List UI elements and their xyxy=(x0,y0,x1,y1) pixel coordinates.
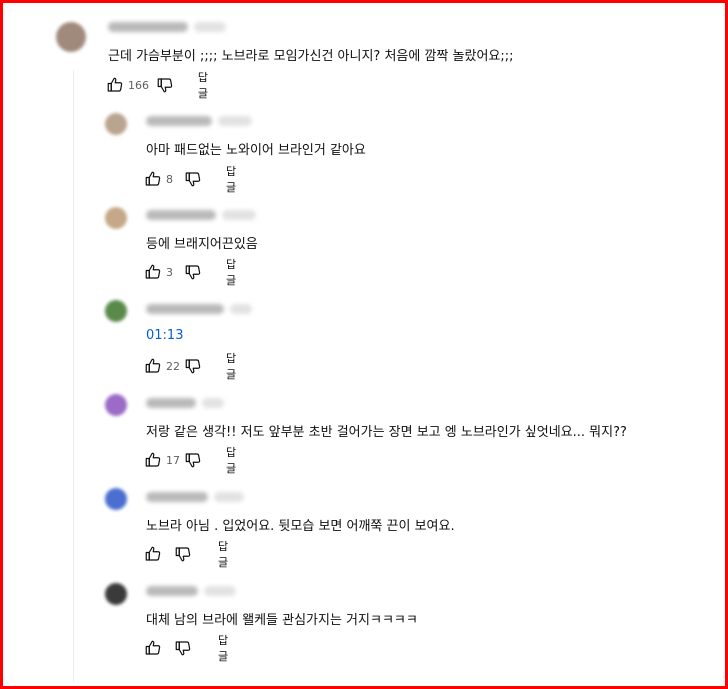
thumbs-down-icon[interactable] xyxy=(184,169,202,189)
like-count: 166 xyxy=(128,78,149,92)
timestamp-link[interactable]: 01:13 xyxy=(146,328,183,343)
thumbs-up-icon[interactable] xyxy=(144,544,162,564)
thumbs-down-icon[interactable] xyxy=(156,75,174,95)
thumbs-up-icon[interactable] xyxy=(106,75,124,95)
reply-button[interactable]: 답글 xyxy=(218,632,232,664)
thumbs-down-icon[interactable] xyxy=(184,450,202,470)
comment-actions: 답글 xyxy=(144,540,232,569)
avatar[interactable] xyxy=(105,394,127,416)
comment-text: 저랑 같은 생각!! 저도 앞부분 초반 걸어가는 장면 보고 엥 노브라인가 … xyxy=(146,425,627,440)
author-name[interactable] xyxy=(146,586,198,596)
like-count: 17 xyxy=(166,453,180,467)
comment-actions: 3 답글 xyxy=(144,258,240,287)
like-count: 3 xyxy=(166,265,173,279)
avatar[interactable] xyxy=(105,300,127,322)
thumbs-down-icon[interactable] xyxy=(174,638,192,658)
avatar[interactable] xyxy=(105,488,127,510)
comment-text: 대체 남의 브라에 왤케들 관심가지는 거지ㅋㅋㅋㅋ xyxy=(146,613,418,628)
reply-button[interactable]: 답글 xyxy=(198,69,215,101)
comment-text: 근데 가슴부분이 ;;;; 노브라로 모임가신건 아니지? 처음에 깜짝 놀랐어… xyxy=(108,49,514,64)
like-count: 8 xyxy=(166,172,173,186)
like-count: 22 xyxy=(166,359,180,373)
comment-time xyxy=(194,22,226,32)
reply-button[interactable]: 답글 xyxy=(218,538,232,570)
comment-actions: 8 답글 xyxy=(144,165,240,194)
comment-actions: 17 답글 xyxy=(144,446,240,475)
avatar[interactable] xyxy=(105,207,127,229)
avatar[interactable] xyxy=(105,583,127,605)
reply-button[interactable]: 답글 xyxy=(226,163,240,195)
comment-actions: 166 답글 xyxy=(106,71,215,100)
author-name[interactable] xyxy=(146,398,196,408)
comment-actions: 22 답글 xyxy=(144,352,240,381)
author-name[interactable] xyxy=(108,22,188,32)
avatar[interactable] xyxy=(105,113,127,135)
thumbs-down-icon[interactable] xyxy=(184,262,202,282)
thumbs-up-icon[interactable] xyxy=(144,262,162,282)
thumbs-down-icon[interactable] xyxy=(174,544,192,564)
comment-time xyxy=(204,586,236,596)
thumbs-down-icon[interactable] xyxy=(184,356,202,376)
comment-text: 등에 브래지어끈있음 xyxy=(146,237,258,252)
thumbs-up-icon[interactable] xyxy=(144,638,162,658)
comment-time xyxy=(202,398,224,408)
reply-thread-line xyxy=(73,70,74,682)
reply-button[interactable]: 답글 xyxy=(226,256,240,288)
comment-actions: 답글 xyxy=(144,634,232,663)
thumbs-up-icon[interactable] xyxy=(144,450,162,470)
author-name[interactable] xyxy=(146,492,208,502)
reply-button[interactable]: 답글 xyxy=(226,444,240,476)
comment-text: 노브라 아님 . 입었어요. 뒷모습 보면 어깨쭉 끈이 보여요. xyxy=(146,519,455,534)
comment-text: 아마 패드없는 노와이어 브라인거 같아요 xyxy=(146,143,366,158)
avatar[interactable] xyxy=(56,22,86,52)
comment-time xyxy=(218,116,252,126)
comment-time xyxy=(230,304,252,314)
author-name[interactable] xyxy=(146,116,212,126)
thumbs-up-icon[interactable] xyxy=(144,356,162,376)
author-name[interactable] xyxy=(146,210,216,220)
comment-time xyxy=(214,492,244,502)
reply-button[interactable]: 답글 xyxy=(226,350,240,382)
author-name[interactable] xyxy=(146,304,224,314)
comment-time xyxy=(222,210,256,220)
thumbs-up-icon[interactable] xyxy=(144,169,162,189)
